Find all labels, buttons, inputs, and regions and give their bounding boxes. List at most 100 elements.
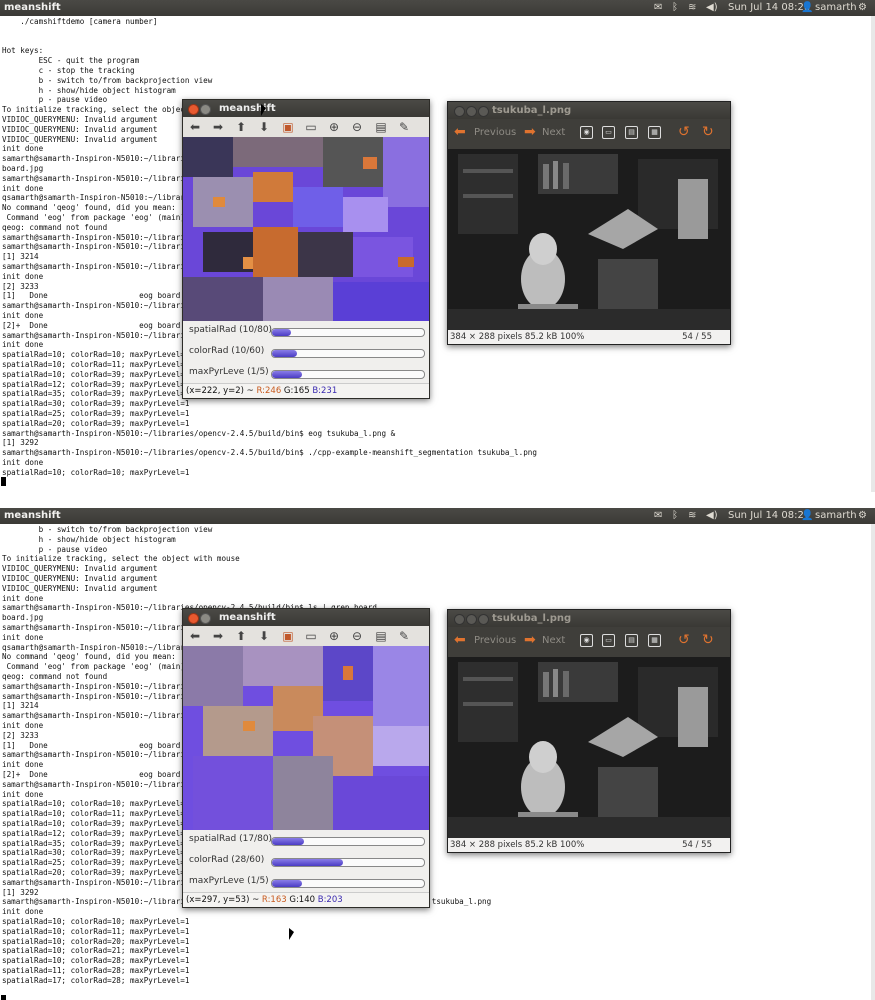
terminal-line: spatialRad=25; colorRad=39; maxPyrLevel=… <box>2 858 190 868</box>
arrow-up-icon[interactable]: ⬆ <box>233 628 249 644</box>
slider-track[interactable] <box>271 879 425 888</box>
segmentation-image[interactable] <box>183 137 429 321</box>
arrow-down-icon[interactable]: ⬇ <box>256 628 272 644</box>
meanshift-titlebar[interactable]: meanshift <box>183 100 429 117</box>
slider-track[interactable] <box>271 349 425 358</box>
terminal-line: spatialRad=17; colorRad=28; maxPyrLevel=… <box>2 975 190 985</box>
slider-track[interactable] <box>271 837 425 846</box>
slider-track[interactable] <box>271 370 425 379</box>
user-name[interactable]: samarth <box>815 0 857 16</box>
arrow-right-icon[interactable]: ➡ <box>524 124 536 140</box>
arrow-right-icon[interactable]: ➡ <box>210 628 226 644</box>
slider-fill <box>272 371 303 378</box>
volume-icon[interactable]: ◀) <box>706 508 718 524</box>
tsukuba-image[interactable] <box>448 657 730 838</box>
arrow-up-icon[interactable]: ⬆ <box>233 119 249 135</box>
close-icon[interactable] <box>454 614 465 625</box>
eog-window[interactable]: tsukuba_l.png ⬅ Previous ➡ Next ◉ ▭ ▤ ▦ … <box>447 101 731 345</box>
eog-window[interactable]: tsukuba_l.png ⬅ Previous ➡ Next ◉ ▭ ▤ ▦ … <box>447 609 731 853</box>
minimize-icon[interactable] <box>200 613 211 624</box>
grid-icon[interactable]: ▦ <box>648 634 661 647</box>
zoom-in-icon[interactable]: ⊕ <box>326 119 342 135</box>
slider-track[interactable] <box>271 328 425 337</box>
brush-icon[interactable]: ✎ <box>396 628 412 644</box>
close-icon[interactable] <box>454 106 465 117</box>
close-icon[interactable] <box>188 613 199 624</box>
user-icon[interactable]: 👤 <box>801 508 813 524</box>
wifi-icon[interactable]: ≋ <box>688 508 696 524</box>
wifi-icon[interactable]: ≋ <box>688 0 696 16</box>
arrow-left-icon[interactable]: ⬅ <box>454 632 466 648</box>
slider-maxpyrlevel[interactable]: maxPyrLeve (1/5) <box>183 873 429 893</box>
arrow-left-icon[interactable]: ⬅ <box>454 124 466 140</box>
slider-spatialrad[interactable]: spatialRad (10/80) <box>183 322 429 342</box>
terminal[interactable]: ./camshiftdemo [camera number] Hot keys: … <box>0 16 875 492</box>
camera-icon[interactable]: ◉ <box>580 126 593 139</box>
folder-icon[interactable]: ▭ <box>602 634 615 647</box>
mail-icon[interactable]: ✉ <box>654 508 662 524</box>
minimize-icon[interactable] <box>466 614 477 625</box>
next-button[interactable]: Next <box>542 635 565 646</box>
gear-icon[interactable]: ⚙ <box>858 508 867 524</box>
zoom-in-icon[interactable]: ⊕ <box>326 628 342 644</box>
rotate-left-icon[interactable]: ↺ <box>678 632 690 648</box>
meanshift-window[interactable]: meanshift ⬅ ➡ ⬆ ⬇ ▣ ▭ ⊕ ⊖ ▤ ✎ spatialRad… <box>182 99 430 399</box>
slider-colorrad[interactable]: colorRad (28/60) <box>183 852 429 872</box>
user-icon[interactable]: 👤 <box>801 0 813 16</box>
rotate-left-icon[interactable]: ↺ <box>678 124 690 140</box>
image-icon[interactable]: ▣ <box>280 628 296 644</box>
mail-icon[interactable]: ✉ <box>654 0 662 16</box>
bluetooth-icon[interactable]: ᛒ <box>672 0 678 16</box>
tsukuba-image[interactable] <box>448 149 730 330</box>
slider-colorrad[interactable]: colorRad (10/60) <box>183 343 429 363</box>
file-icon[interactable]: ▤ <box>625 126 638 139</box>
zoom-out-icon[interactable]: ⊖ <box>349 119 365 135</box>
terminal-line: spatialRad=10; colorRad=11; maxPyrLevel=… <box>2 360 190 369</box>
folder-icon[interactable]: ▭ <box>602 126 615 139</box>
user-name[interactable]: samarth <box>815 508 857 524</box>
image-icon[interactable]: ▣ <box>280 119 296 135</box>
file-icon[interactable]: ▤ <box>625 634 638 647</box>
eog-titlebar[interactable]: tsukuba_l.png <box>448 102 730 119</box>
meanshift-titlebar[interactable]: meanshift <box>183 609 429 626</box>
arrow-left-icon[interactable]: ⬅ <box>187 119 203 135</box>
maximize-icon[interactable] <box>478 106 489 117</box>
next-button[interactable]: Next <box>542 127 565 138</box>
camera-icon[interactable]: ◉ <box>580 634 593 647</box>
close-icon[interactable] <box>188 104 199 115</box>
previous-button[interactable]: Previous <box>474 635 516 646</box>
screen-icon[interactable]: ▭ <box>303 628 319 644</box>
terminal[interactable]: b - switch to/from backprojection view h… <box>0 524 875 1000</box>
terminal-scrollbar[interactable] <box>871 524 875 1000</box>
slider-maxpyrlevel[interactable]: maxPyrLeve (1/5) <box>183 364 429 384</box>
screenshot-top: meanshift ✉ ᛒ ≋ ◀) Sun Jul 14 08:26 👤 sa… <box>0 0 875 492</box>
minimize-icon[interactable] <box>200 104 211 115</box>
volume-icon[interactable]: ◀) <box>706 0 718 16</box>
zoom-out-icon[interactable]: ⊖ <box>349 628 365 644</box>
save-icon[interactable]: ▤ <box>373 628 389 644</box>
arrow-left-icon[interactable]: ⬅ <box>187 628 203 644</box>
rotate-right-icon[interactable]: ↻ <box>702 632 714 648</box>
slider-fill <box>272 329 291 336</box>
arrow-right-icon[interactable]: ➡ <box>524 632 536 648</box>
screen-icon[interactable]: ▭ <box>303 119 319 135</box>
rotate-right-icon[interactable]: ↻ <box>702 124 714 140</box>
arrow-down-icon[interactable]: ⬇ <box>256 119 272 135</box>
previous-button[interactable]: Previous <box>474 127 516 138</box>
save-icon[interactable]: ▤ <box>373 119 389 135</box>
maximize-icon[interactable] <box>478 614 489 625</box>
clock[interactable]: Sun Jul 14 08:26 <box>728 0 810 16</box>
segmentation-image[interactable] <box>183 646 429 830</box>
bluetooth-icon[interactable]: ᛒ <box>672 508 678 524</box>
minimize-icon[interactable] <box>466 106 477 117</box>
slider-track[interactable] <box>271 858 425 867</box>
brush-icon[interactable]: ✎ <box>396 119 412 135</box>
eog-titlebar[interactable]: tsukuba_l.png <box>448 610 730 627</box>
terminal-scrollbar[interactable] <box>871 16 875 492</box>
clock[interactable]: Sun Jul 14 08:27 <box>728 508 810 524</box>
grid-icon[interactable]: ▦ <box>648 126 661 139</box>
slider-spatialrad[interactable]: spatialRad (17/80) <box>183 831 429 851</box>
arrow-right-icon[interactable]: ➡ <box>210 119 226 135</box>
meanshift-window[interactable]: meanshift ⬅ ➡ ⬆ ⬇ ▣ ▭ ⊕ ⊖ ▤ ✎ spatialRad… <box>182 608 430 908</box>
gear-icon[interactable]: ⚙ <box>858 0 867 16</box>
